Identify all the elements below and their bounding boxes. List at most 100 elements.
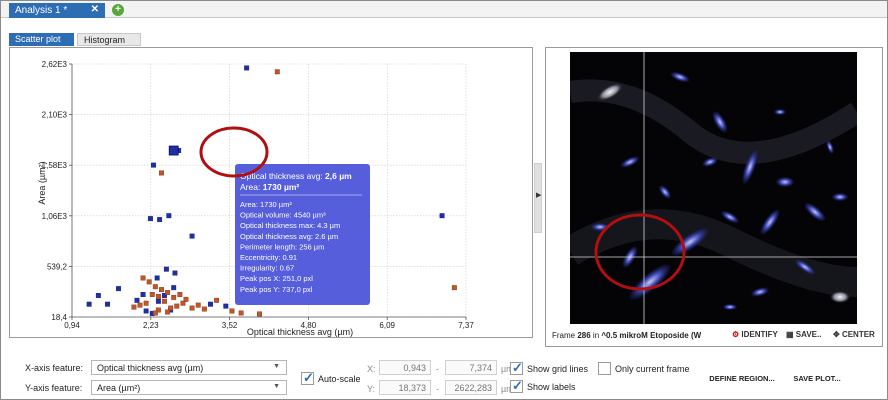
scatter-point[interactable]: [274, 69, 280, 75]
tab-analysis-1[interactable]: Analysis 1 * ✕: [9, 3, 105, 18]
scatter-point[interactable]: [195, 302, 201, 308]
tooltip-area-value: 1730 µm²: [263, 182, 300, 192]
scatter-point[interactable]: [137, 302, 143, 308]
y-axis-feature-label: Y-axis feature:: [25, 383, 83, 393]
show-grid-lines-checkbox[interactable]: ✓: [510, 360, 523, 375]
tooltip-line: Optical volume: 4540 µm³: [240, 211, 326, 220]
scatter-point[interactable]: [214, 297, 220, 303]
scatter-point[interactable]: [189, 233, 195, 239]
scatter-point[interactable]: [154, 275, 160, 281]
scatter-point[interactable]: [131, 304, 137, 310]
frame-in: in: [590, 331, 602, 340]
identify-button[interactable]: ⚙ IDENTIFY: [732, 330, 778, 342]
scatter-point[interactable]: [151, 162, 156, 168]
collapse-arrow-icon[interactable]: ▶: [536, 191, 541, 199]
scatter-point[interactable]: [180, 300, 186, 306]
only-current-frame-checkbox[interactable]: [598, 362, 611, 375]
tooltip-title-value: 2,6 µm: [325, 171, 352, 181]
scatter-point[interactable]: [159, 287, 164, 293]
scatter-point[interactable]: [244, 65, 250, 71]
save-plot-button[interactable]: SAVE PLOT...: [786, 370, 848, 386]
scatter-point[interactable]: [149, 292, 155, 297]
cell-image-svg: [570, 52, 857, 324]
scatter-point[interactable]: [172, 270, 178, 276]
panel-splitter[interactable]: ▶: [534, 163, 542, 233]
scatter-point[interactable]: [116, 286, 122, 292]
save-image-button[interactable]: ▦ SAVE..: [786, 330, 821, 342]
scatter-point[interactable]: [143, 308, 149, 314]
scatter-point[interactable]: [257, 311, 262, 317]
application-window: Analysis 1 * ✕ + Scatter plot Histogram …: [0, 0, 888, 400]
scatter-point[interactable]: [171, 294, 177, 300]
center-button[interactable]: ✥ CENTER: [833, 330, 875, 342]
scatter-point[interactable]: [439, 213, 445, 219]
auto-scale-checkbox[interactable]: ✓: [301, 370, 314, 385]
y-min-input[interactable]: 18,373: [379, 380, 431, 395]
scatter-point[interactable]: [140, 292, 146, 297]
scatter-point[interactable]: [86, 301, 92, 307]
scatter-point[interactable]: [143, 300, 149, 306]
y-tick-label: 1,06E3: [42, 212, 68, 221]
scatter-point[interactable]: [201, 306, 207, 312]
tab-histogram[interactable]: Histogram: [77, 33, 141, 46]
chevron-down-icon: ▼: [273, 383, 280, 390]
scatter-point[interactable]: [152, 284, 158, 290]
scatter-point[interactable]: [147, 216, 153, 222]
selected-scatter-point[interactable]: [168, 145, 179, 156]
scatter-point[interactable]: [208, 301, 213, 307]
scatter-point[interactable]: [157, 217, 163, 223]
add-tab-icon[interactable]: +: [112, 4, 124, 16]
tooltip-line: Peak pos X: 251,0 pxl: [240, 274, 313, 283]
y-axis-feature-select[interactable]: Area (µm²) ▼: [91, 380, 287, 395]
scatter-point[interactable]: [165, 309, 171, 315]
x-min-input[interactable]: 0,943: [379, 360, 431, 375]
scatter-point[interactable]: [146, 279, 152, 285]
scatter-point[interactable]: [223, 303, 229, 309]
define-region-button[interactable]: DEFINE REGION...: [703, 370, 781, 386]
scatter-point[interactable]: [166, 213, 172, 219]
scatter-point[interactable]: [238, 310, 244, 316]
scatter-point[interactable]: [189, 305, 195, 311]
svg-text:Optical thickness avg: 2,6 µm: Optical thickness avg: 2,6 µm: [240, 171, 352, 181]
x-tick-label: 2,23: [143, 321, 159, 330]
show-labels-label: Show labels: [527, 382, 576, 392]
scatter-point[interactable]: [140, 275, 146, 281]
tooltip-area-prefix: Area:: [240, 182, 263, 192]
scatter-point[interactable]: [159, 170, 164, 176]
scatter-point[interactable]: [165, 290, 171, 295]
cell-image[interactable]: [570, 52, 857, 324]
x-max-input[interactable]: 7,374: [445, 360, 497, 375]
scatter-point[interactable]: [174, 303, 180, 309]
close-icon[interactable]: ✕: [91, 4, 99, 15]
tab-analysis-1-label: Analysis 1 *: [15, 5, 68, 16]
x-axis-feature-select[interactable]: Optical thickness avg (µm) ▼: [91, 360, 287, 375]
scatter-point[interactable]: [95, 292, 101, 298]
scatter-point[interactable]: [229, 308, 235, 314]
y-max-input[interactable]: 2622,283: [445, 380, 497, 395]
scatter-point[interactable]: [152, 310, 158, 316]
chevron-down-icon: ▼: [273, 363, 280, 370]
scatter-plot-svg[interactable]: 0,94 2,23 3,52 4,80 6,09 7,372,62E32,10E31,58…: [10, 48, 534, 339]
scatter-point[interactable]: [155, 298, 161, 304]
tooltip-line: Perimeter length: 256 µm: [240, 242, 324, 251]
x-axis-feature-value: Optical thickness avg (µm): [97, 363, 204, 373]
scatter-point[interactable]: [163, 266, 169, 272]
frame-name: ^0.5 mikroM Etoposide (W: [601, 331, 702, 340]
tab-scatter-plot[interactable]: Scatter plot: [9, 33, 74, 46]
scatter-point[interactable]: [105, 301, 110, 307]
scatter-point[interactable]: [134, 297, 140, 303]
save-icon: ▦: [786, 330, 794, 339]
save-image-label: SAVE..: [795, 330, 822, 339]
center-icon: ✥: [833, 330, 840, 339]
annotation-circle: [199, 126, 269, 178]
scatter-point[interactable]: [155, 293, 161, 299]
scatter-point[interactable]: [171, 285, 177, 291]
scatter-point[interactable]: [162, 298, 167, 304]
auto-scale-label: Auto-scale: [318, 374, 361, 384]
x-axis-feature-label: X-axis feature:: [25, 363, 84, 373]
show-labels-checkbox[interactable]: ✓: [510, 378, 523, 393]
scatter-point[interactable]: [177, 292, 183, 297]
scatter-plot-panel[interactable]: 0,94 2,23 3,52 4,80 6,09 7,37 2,62E3 2,10E3 1,58…: [9, 47, 533, 338]
scatter-point[interactable]: [451, 285, 457, 291]
document-tab-bar: Analysis 1 * ✕ +: [1, 1, 887, 18]
